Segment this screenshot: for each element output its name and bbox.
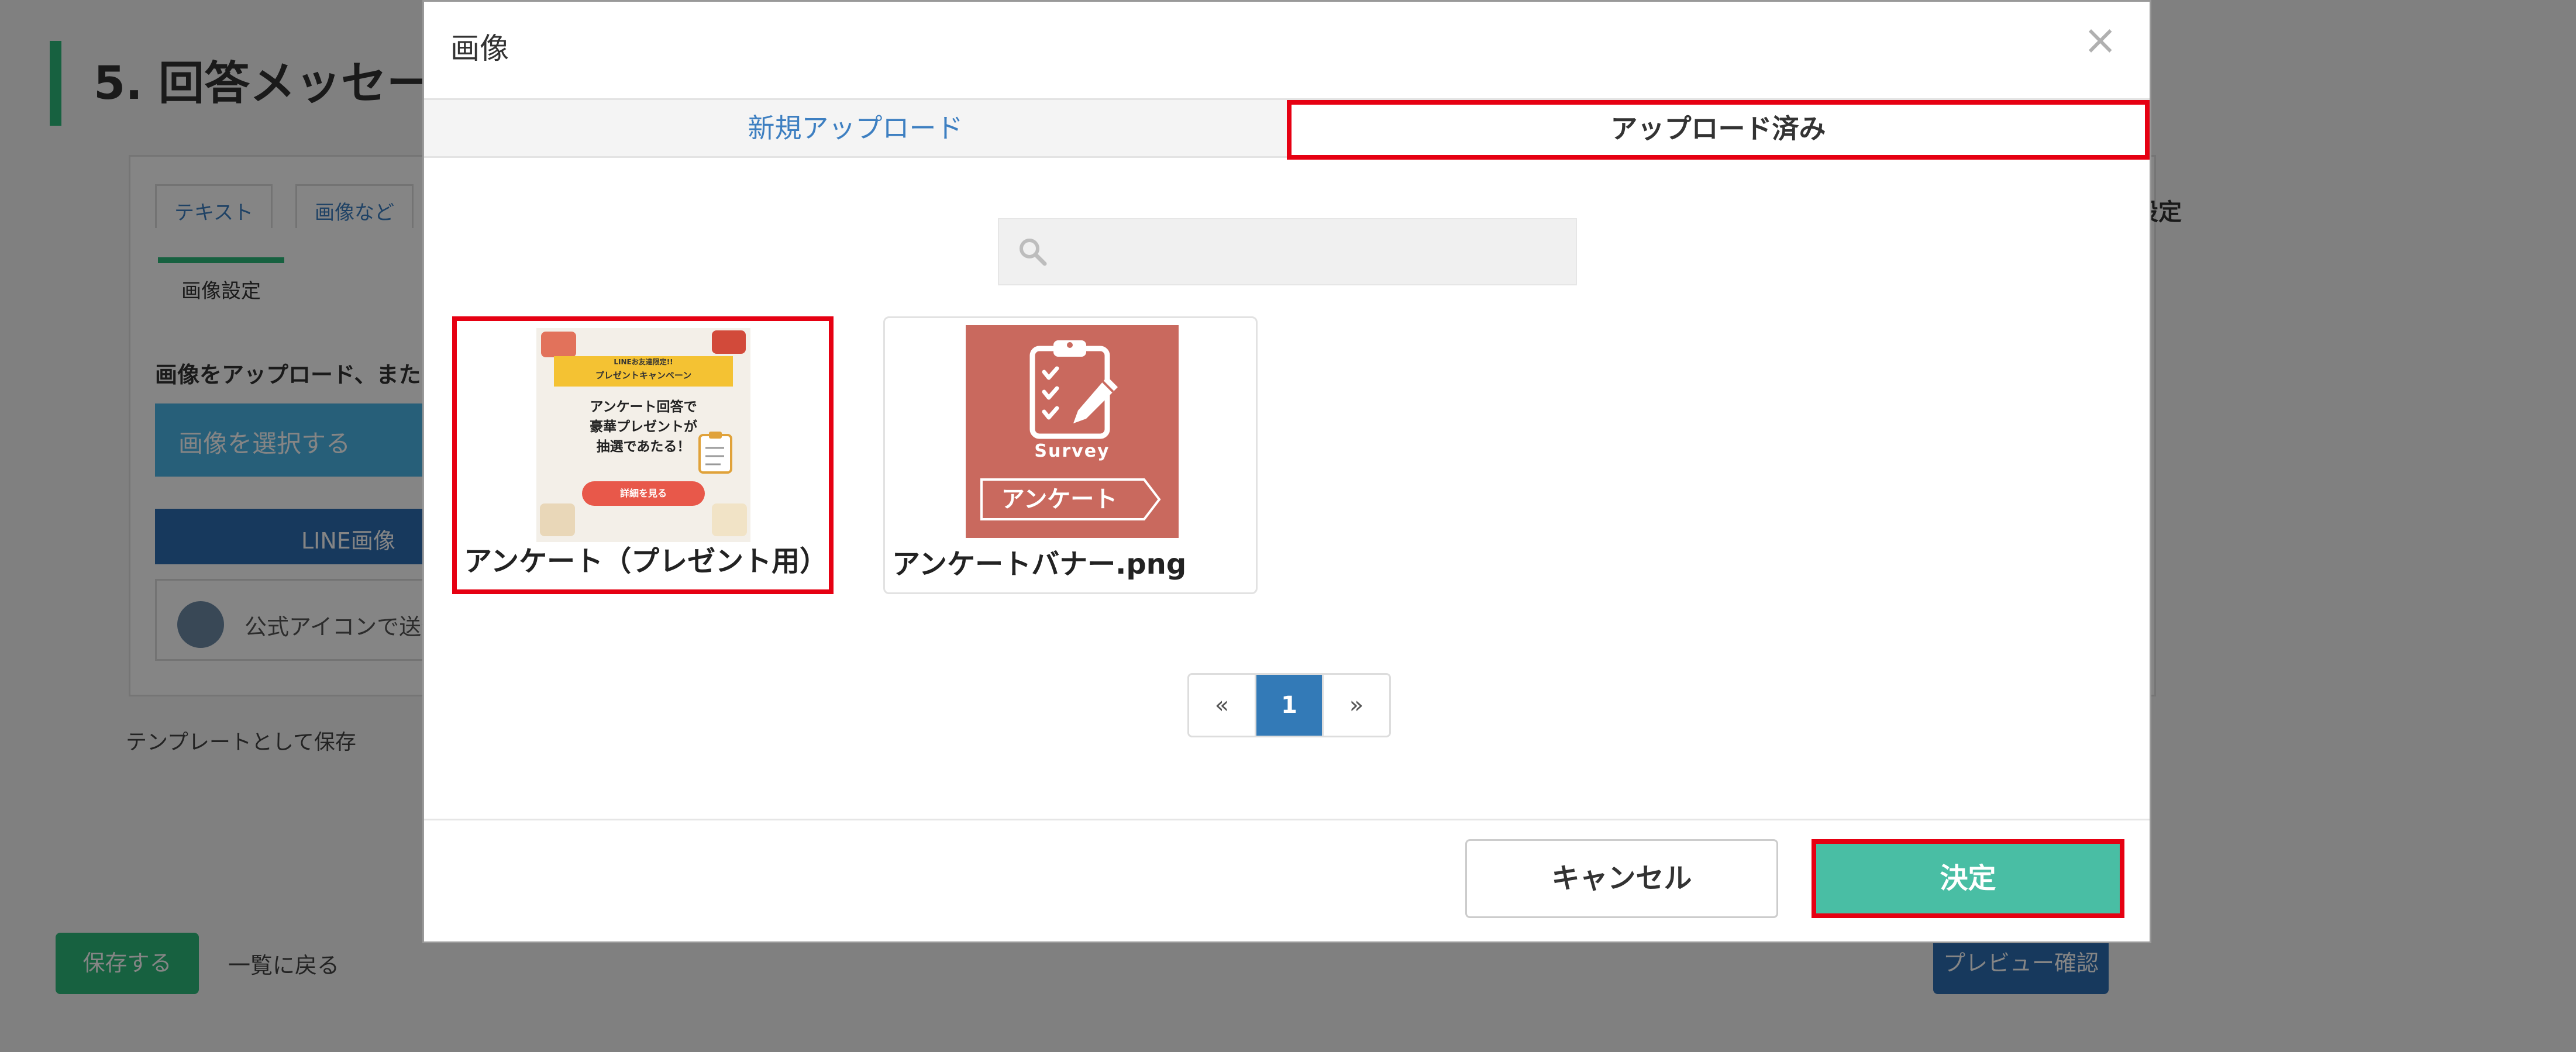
pagination-prev-button[interactable]: « [1189,675,1255,736]
thumb-ribbon: LINEお友達限定!! プレゼントキャンペーン [554,356,733,387]
pagination-page-1[interactable]: 1 [1255,675,1322,736]
pagination: « 1 » [1187,673,1391,737]
cancel-button[interactable]: キャンセル [1465,839,1778,918]
image-thumbnail: LINEお友達限定!! プレゼントキャンペーン アンケート回答で 豪華プレゼント… [536,328,750,542]
gift-decoration [540,503,575,536]
tab-uploaded[interactable]: アップロード済み [1287,100,2150,160]
pagination-next-button[interactable]: » [1322,675,1389,736]
image-card-present[interactable]: LINEお友達限定!! プレゼントキャンペーン アンケート回答で 豪華プレゼント… [452,316,834,594]
search-icon [1020,239,1047,266]
survey-label: Survey [1034,441,1110,461]
modal-footer-divider [424,819,2150,820]
gift-decoration [712,330,746,354]
image-picker-modal: 画像 × 新規アップロード アップロード済み LINEお友達限定!! プレゼント… [422,0,2151,943]
modal-header: 画像 × [424,2,2150,98]
confirm-button[interactable]: 決定 [1812,839,2124,918]
modal-tab-bar: 新規アップロード アップロード済み [424,98,2150,160]
search-input[interactable] [998,218,1577,285]
image-card-survey-banner[interactable]: Survey アンケート アンケートバナー.png [883,316,1258,594]
thumb-detail-button: 詳細を見る [582,481,705,506]
gift-decoration [712,503,747,536]
survey-clipboard-icon [1029,340,1118,439]
thumb-main-line1: アンケート回答で [590,399,697,415]
close-icon[interactable]: × [2083,19,2117,60]
thumb-ribbon-line2: プレゼントキャンペーン [595,370,692,381]
thumb-ribbon-line1: LINEお友達限定!! [614,358,673,366]
modal-title: 画像 [450,32,509,65]
tab-new-upload[interactable]: 新規アップロード [424,100,1287,160]
image-name: アンケートバナー.png [892,548,1187,581]
image-thumbnail: Survey アンケート [966,325,1179,538]
image-name: アンケート（プレゼント用） [464,545,828,578]
survey-banner-text: アンケート [1001,486,1118,513]
clipboard-icon [698,432,732,474]
gift-decoration [541,332,576,357]
